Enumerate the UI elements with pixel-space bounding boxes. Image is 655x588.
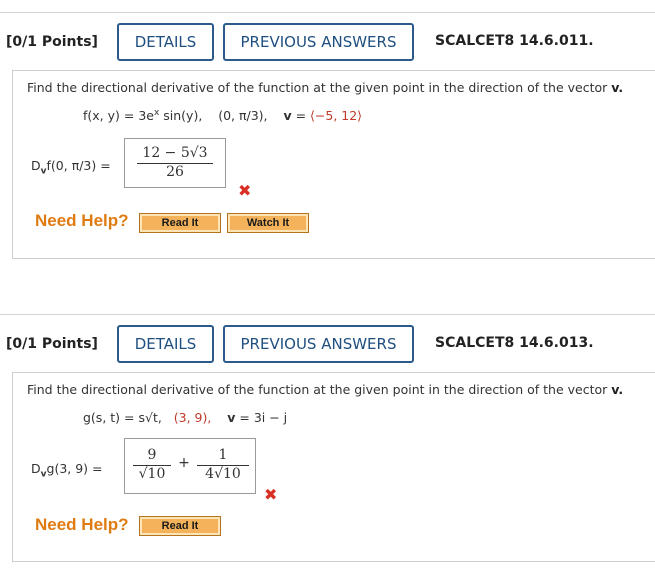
term1-denominator: √10: [138, 466, 166, 482]
answer-input[interactable]: 12 − 5√3 26: [124, 138, 226, 188]
points-score: [0/1 Points]: [6, 33, 98, 50]
points-score: [0/1 Points]: [6, 335, 98, 352]
need-help-label: Need Help?: [35, 515, 129, 534]
term2-numerator: 1: [218, 447, 228, 463]
previous-answers-button[interactable]: PREVIOUS ANSWERS: [223, 23, 414, 61]
details-button[interactable]: DETAILS: [117, 325, 214, 363]
function-definition: f(x, y) = 3ex sin(y), (0, π/3), v = ⟨−5,…: [83, 108, 363, 124]
watch-it-button[interactable]: Watch It: [227, 213, 309, 233]
vector-value: ⟨−5, 12⟩: [310, 108, 363, 124]
previous-answers-button[interactable]: PREVIOUS ANSWERS: [223, 325, 414, 363]
need-help-label: Need Help?: [35, 211, 129, 230]
question-2-panel: Find the directional derivative of the f…: [12, 372, 655, 562]
read-it-button[interactable]: Read It: [139, 213, 221, 233]
question-prompt: Find the directional derivative of the f…: [27, 382, 624, 397]
answer-numerator: 12 − 5√3: [142, 145, 208, 161]
term2-denominator: 4√10: [205, 466, 241, 482]
term1-numerator: 9: [147, 447, 157, 463]
answer-label: Dvf(0, π/3) =: [31, 158, 111, 177]
details-button[interactable]: DETAILS: [117, 23, 214, 61]
function-definition: g(s, t) = s√t, (3, 9), v = 3i − j: [83, 410, 288, 425]
vector-value: = 3i − j: [235, 410, 288, 425]
question-1-header: [0/1 Points] DETAILS PREVIOUS ANSWERS SC…: [0, 12, 655, 70]
question-2-header: [0/1 Points] DETAILS PREVIOUS ANSWERS SC…: [0, 314, 655, 372]
problem-code: SCALCET8 14.6.013.: [435, 335, 594, 351]
question-1-panel: Find the directional derivative of the f…: [12, 70, 655, 259]
problem-code: SCALCET8 14.6.011.: [435, 33, 594, 49]
answer-denominator: 26: [166, 164, 184, 180]
plus-sign: +: [178, 455, 190, 471]
answer-input[interactable]: 9 √10 + 1 4√10: [124, 438, 256, 494]
x-mark-icon: ✖: [264, 485, 278, 504]
x-mark-icon: ✖: [238, 181, 252, 200]
answer-label: Dvg(3, 9) =: [31, 461, 103, 480]
read-it-button[interactable]: Read It: [139, 516, 221, 536]
question-prompt: Find the directional derivative of the f…: [27, 80, 624, 95]
